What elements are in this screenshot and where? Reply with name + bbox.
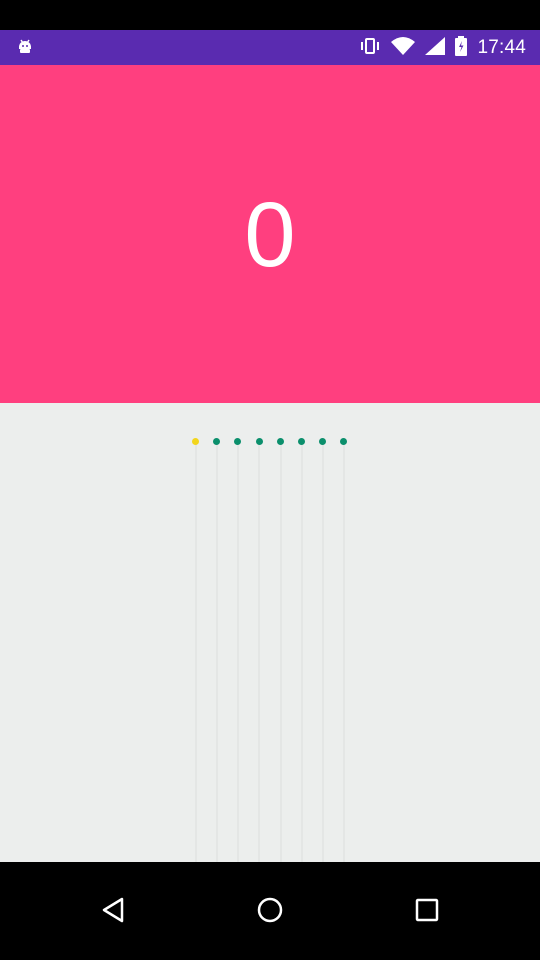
- battery-icon: [455, 36, 468, 60]
- scroll-track: [258, 441, 260, 862]
- page-indicator-dot[interactable]: [340, 438, 348, 445]
- scroll-track: [195, 441, 197, 862]
- signal-icon: [425, 37, 446, 59]
- recents-button[interactable]: [397, 882, 457, 942]
- page-indicator-dot[interactable]: [276, 438, 284, 445]
- scroll-track: [322, 441, 324, 862]
- scroll-track: [216, 441, 218, 862]
- page-indicator-dot[interactable]: [213, 438, 221, 445]
- navigation-bar: [0, 862, 540, 960]
- vibrate-icon: [359, 37, 381, 59]
- page-indicator-dot[interactable]: [255, 438, 263, 445]
- home-button[interactable]: [240, 882, 300, 942]
- page-indicator-dot[interactable]: [234, 438, 242, 445]
- scroll-track: [280, 441, 282, 862]
- counter-value: 0: [244, 184, 296, 286]
- wifi-icon: [391, 37, 416, 59]
- status-bar: 17:44: [0, 30, 540, 65]
- back-icon: [100, 897, 126, 927]
- back-button[interactable]: [83, 882, 143, 942]
- page-indicator-dot-active[interactable]: [192, 438, 199, 445]
- android-debug-icon: [16, 38, 34, 56]
- scroll-track: [343, 441, 345, 862]
- scroll-track: [237, 441, 239, 862]
- page-indicator-dot[interactable]: [319, 438, 327, 445]
- scroll-track: [301, 441, 303, 862]
- screen-top-border: [0, 0, 540, 30]
- recents-icon: [414, 897, 440, 927]
- status-time: 17:44: [477, 37, 526, 58]
- home-icon: [257, 897, 283, 927]
- page-indicator: [0, 438, 540, 448]
- counter-panel: 0: [0, 65, 540, 403]
- page-indicator-dot[interactable]: [298, 438, 305, 445]
- status-icons: 17:44: [359, 36, 526, 60]
- content-area[interactable]: [0, 403, 540, 862]
